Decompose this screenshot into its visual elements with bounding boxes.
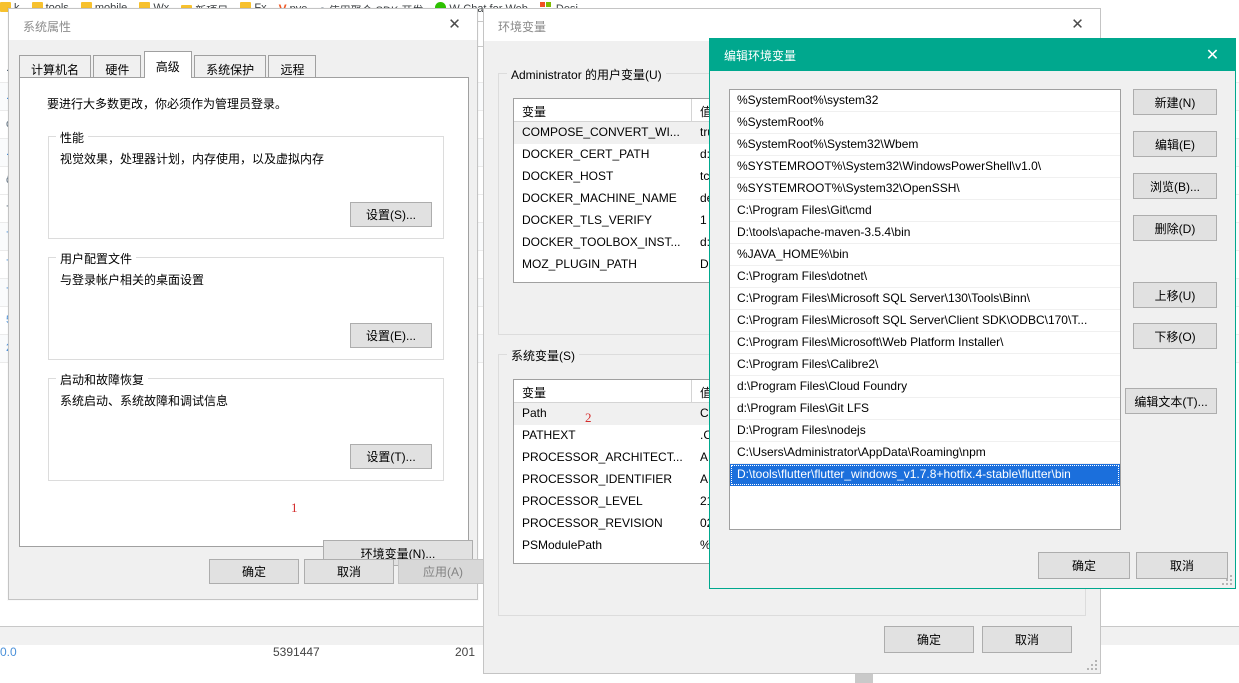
variable-name: PROCESSOR_LEVEL — [522, 494, 643, 508]
environment-variables-titlebar: 环境变量 ✕ — [484, 9, 1100, 41]
group-description: 与登录帐户相关的桌面设置 — [60, 273, 205, 287]
list-item[interactable]: %SystemRoot%\System32\Wbem — [730, 134, 1120, 156]
tab-hardware[interactable]: 硬件 — [93, 55, 142, 78]
ok-button[interactable]: 确定 — [1038, 552, 1130, 579]
footer-number: 5391447 — [273, 645, 320, 659]
annotation-marker-2: 2 — [585, 410, 592, 425]
variable-name: DOCKER_TOOLBOX_INST... — [522, 235, 681, 249]
list-item[interactable]: D:\tools\apache-maven-3.5.4\bin — [730, 222, 1120, 244]
list-item[interactable]: C:\Users\Administrator\AppData\Roaming\n… — [730, 442, 1120, 464]
variable-name: DOCKER_CERT_PATH — [522, 147, 650, 161]
advanced-tab-panel: 要进行大多数更改，你必须作为管理员登录。 性能 视觉效果，处理器计划，内存使用，… — [19, 77, 473, 566]
variable-name: DOCKER_HOST — [522, 169, 614, 183]
list-item[interactable]: %JAVA_HOME%\bin — [730, 244, 1120, 266]
list-item[interactable]: C:\Program Files\Microsoft SQL Server\Cl… — [730, 310, 1120, 332]
cancel-button[interactable]: 取消 — [982, 626, 1072, 653]
tab-system-protection[interactable]: 系统保护 — [194, 55, 267, 78]
footer-number: 201 — [455, 645, 476, 659]
page-title: 编辑环境变量 — [724, 49, 797, 63]
admin-note: 要进行大多数更改，你必须作为管理员登录。 — [47, 97, 288, 111]
move-up-button[interactable]: 上移(U) — [1133, 282, 1217, 308]
group-description: 视觉效果，处理器计划，内存使用，以及虚拟内存 — [60, 152, 325, 166]
list-item[interactable]: C:\Program Files\Microsoft\Web Platform … — [730, 332, 1120, 354]
ok-button[interactable]: 确定 — [209, 559, 299, 584]
close-icon[interactable]: ✕ — [432, 9, 477, 39]
variable-name: PROCESSOR_REVISION — [522, 516, 663, 530]
system-properties-tabs: 计算机名 硬件 高级 系统保护 远程 — [19, 51, 317, 78]
list-item[interactable]: C:\Program Files\Calibre2\ — [730, 354, 1120, 376]
screen-root: k tools mobile Wx 新项目 Fx Vpve 9使用聚合 SDK … — [0, 0, 1239, 683]
group-legend: 性能 — [56, 129, 89, 146]
list-item[interactable]: %SystemRoot% — [730, 112, 1120, 134]
tab-remote[interactable]: 远程 — [268, 55, 317, 78]
variable-name: MOZ_PLUGIN_PATH — [522, 257, 637, 271]
list-item[interactable]: %SYSTEMROOT%\System32\WindowsPowerShell\… — [730, 156, 1120, 178]
edit-text-button[interactable]: 编辑文本(T)... — [1125, 388, 1217, 414]
system-properties-footer: 确定 取消 应用(A) — [9, 547, 488, 599]
group-legend: 启动和故障恢复 — [56, 371, 149, 388]
close-icon[interactable]: ✕ — [1055, 9, 1100, 39]
variable-name: DOCKER_TLS_VERIFY — [522, 213, 653, 227]
user-profiles-settings-button[interactable]: 设置(E)... — [350, 323, 432, 348]
grid-header-variable: 变量 — [514, 99, 692, 121]
page-title: 系统属性 — [23, 20, 72, 34]
move-down-button[interactable]: 下移(O) — [1133, 323, 1217, 349]
system-properties-dialog: 系统属性 ✕ 计算机名 硬件 高级 系统保护 远程 要进行大多数更改，你必须作为… — [8, 8, 488, 600]
footer-number: 0.0 — [0, 645, 17, 659]
close-icon[interactable]: ✕ — [1190, 39, 1235, 71]
edit-environment-variable-dialog: 编辑环境变量 ✕ %SystemRoot%\system32 %SystemRo… — [709, 38, 1236, 589]
list-item[interactable]: %SystemRoot%\system32 — [730, 90, 1120, 112]
edit-button[interactable]: 编辑(E) — [1133, 131, 1217, 157]
browse-button[interactable]: 浏览(B)... — [1133, 173, 1217, 199]
variable-name: PATHEXT — [522, 428, 576, 442]
performance-group: 性能 视觉效果，处理器计划，内存使用，以及虚拟内存 设置(S)... — [48, 129, 444, 239]
variable-name: DOCKER_MACHINE_NAME — [522, 191, 677, 205]
page-title: 环境变量 — [498, 20, 547, 34]
variable-name: Path — [522, 406, 547, 420]
list-item[interactable]: %SYSTEMROOT%\System32\OpenSSH\ — [730, 178, 1120, 200]
list-item-selected[interactable]: D:\tools\flutter\flutter_windows_v1.7.8+… — [730, 464, 1120, 486]
startup-recovery-group: 启动和故障恢复 系统启动、系统故障和调试信息 设置(T)... — [48, 371, 444, 481]
list-item[interactable]: d:\Program Files\Git LFS — [730, 398, 1120, 420]
variable-name: PROCESSOR_ARCHITECT... — [522, 450, 683, 464]
tab-advanced[interactable]: 高级 — [143, 51, 192, 78]
startup-recovery-settings-button[interactable]: 设置(T)... — [350, 444, 432, 469]
variable-name: PROCESSOR_IDENTIFIER — [522, 472, 673, 486]
tab-computer-name[interactable]: 计算机名 — [19, 55, 92, 78]
system-properties-titlebar: 系统属性 ✕ — [9, 9, 477, 40]
group-legend: 系统变量(S) — [507, 347, 579, 364]
grid-header-variable: 变量 — [514, 380, 692, 402]
edit-environment-variable-titlebar: 编辑环境变量 ✕ — [710, 39, 1235, 71]
list-item[interactable]: C:\Program Files\dotnet\ — [730, 266, 1120, 288]
list-item[interactable]: D:\Program Files\nodejs — [730, 420, 1120, 442]
new-button[interactable]: 新建(N) — [1133, 89, 1217, 115]
list-item[interactable]: C:\Program Files\Microsoft SQL Server\13… — [730, 288, 1120, 310]
group-description: 系统启动、系统故障和调试信息 — [60, 394, 229, 408]
list-item[interactable]: d:\Program Files\Cloud Foundry — [730, 376, 1120, 398]
variable-name: PSModulePath — [522, 538, 603, 552]
annotation-marker-1: 1 — [291, 500, 298, 515]
resize-handle[interactable] — [1087, 660, 1097, 670]
apply-button[interactable]: 应用(A) — [398, 559, 488, 584]
variable-name: COMPOSE_CONVERT_WI... — [522, 125, 680, 139]
path-entries-list[interactable]: %SystemRoot%\system32 %SystemRoot% %Syst… — [729, 89, 1121, 530]
group-legend: 用户配置文件 — [56, 250, 137, 267]
resize-handle[interactable] — [1222, 575, 1232, 585]
user-profiles-group: 用户配置文件 与登录帐户相关的桌面设置 设置(E)... — [48, 250, 444, 360]
list-item[interactable]: C:\Program Files\Git\cmd — [730, 200, 1120, 222]
ok-button[interactable]: 确定 — [884, 626, 974, 653]
group-legend: Administrator 的用户变量(U) — [507, 66, 666, 83]
delete-button[interactable]: 删除(D) — [1133, 215, 1217, 241]
cancel-button[interactable]: 取消 — [1136, 552, 1228, 579]
performance-settings-button[interactable]: 设置(S)... — [350, 202, 432, 227]
variable-value: 1 — [700, 213, 707, 227]
cancel-button[interactable]: 取消 — [304, 559, 394, 584]
